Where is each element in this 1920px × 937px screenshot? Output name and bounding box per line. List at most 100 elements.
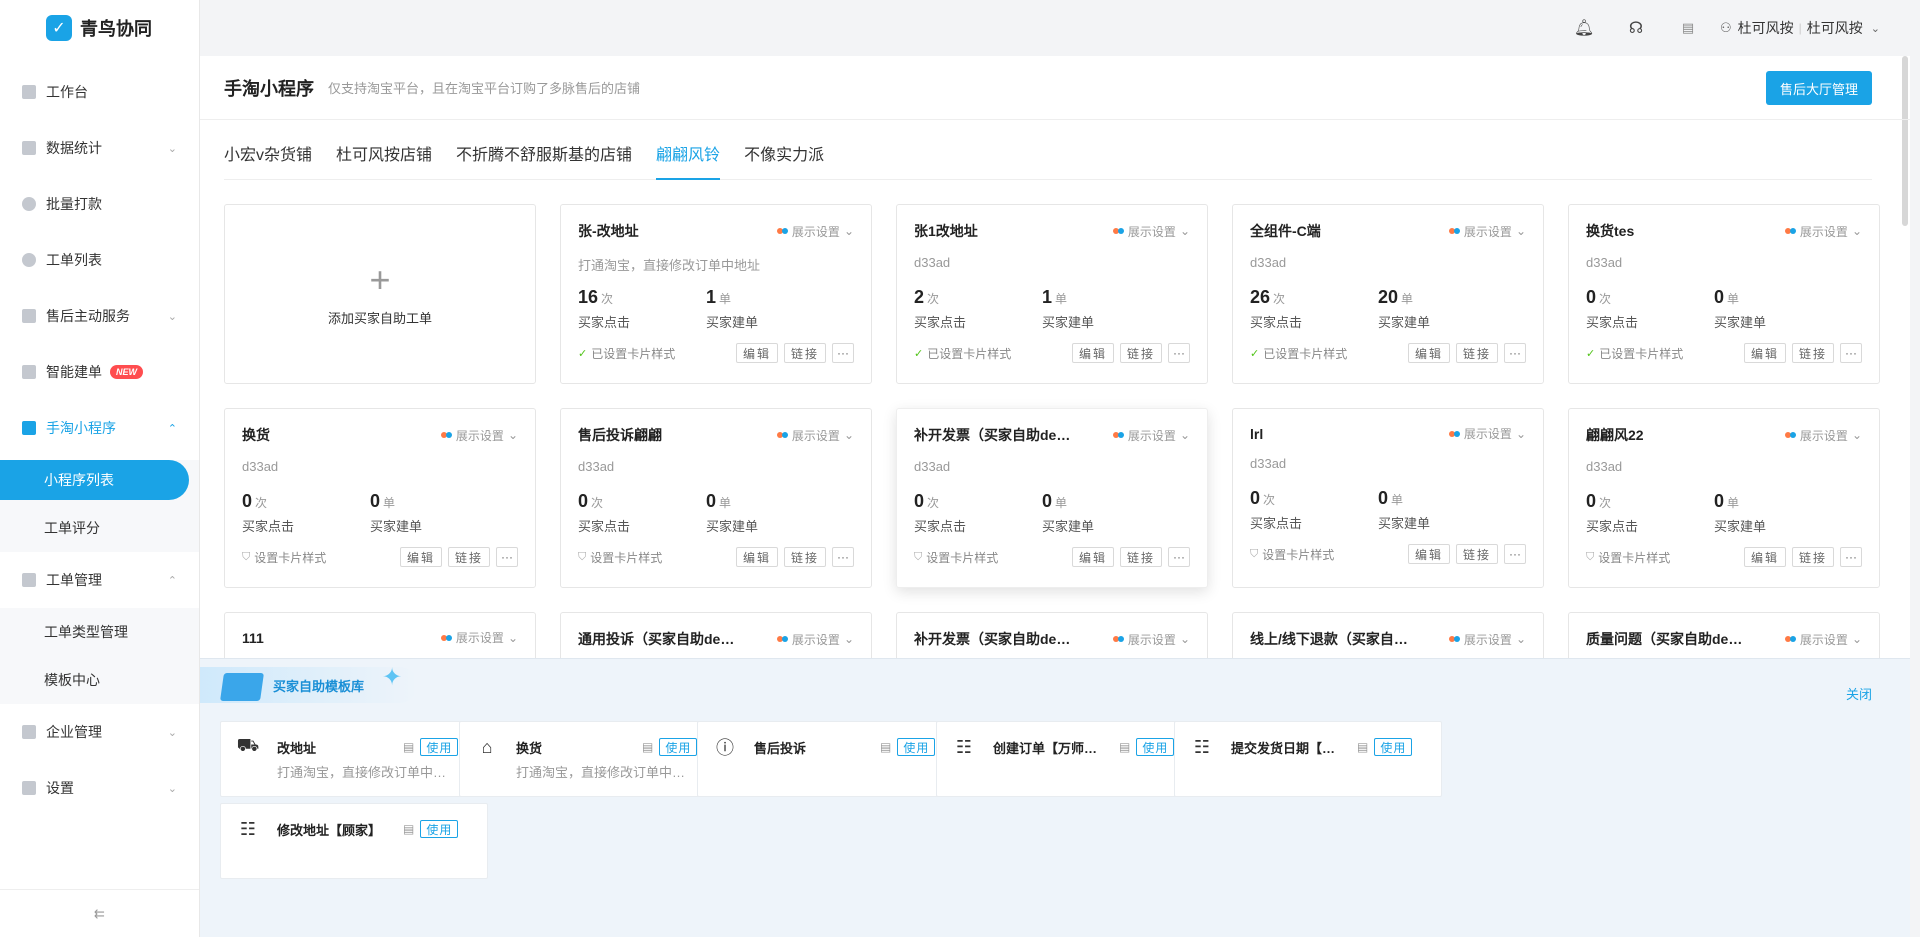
display-settings-dropdown[interactable]: 展示设置 ⌄	[776, 631, 854, 648]
miniapp-card[interactable]: 质量问题（买家自助de… 展示设置 ⌄	[1568, 612, 1880, 660]
edit-button[interactable]: 编辑	[1071, 343, 1114, 363]
card-style-status[interactable]: ✓ 已设置卡片样式	[914, 345, 1011, 362]
sidebar-item-settings[interactable]: 设置 ⌄	[0, 760, 199, 816]
use-template-button[interactable]: 使用	[420, 738, 459, 756]
template-card[interactable]: ⓘ 售后投诉 ▤ 使用	[697, 721, 965, 797]
miniapp-card[interactable]: 换货tes 展示设置 ⌄ d33ad 0 次买家点击 0 单买家建单 ✓ 已设置卡片样式 编辑 链接 ·…	[1568, 204, 1880, 384]
add-buyer-ticket-card[interactable]: + 添加买家自助工单	[224, 204, 536, 384]
link-button[interactable]: 链接	[1119, 547, 1162, 567]
card-style-status[interactable]: ⛉ 设置卡片样式	[578, 549, 662, 566]
card-style-status[interactable]: ⛉ 设置卡片样式	[1586, 549, 1670, 566]
user-menu[interactable]: ⚇ 杜可风按 | 杜可风按 ⌄	[1720, 18, 1880, 38]
preview-doc-icon[interactable]: ▤	[403, 822, 414, 836]
display-settings-dropdown[interactable]: 展示设置 ⌄	[1784, 631, 1862, 648]
miniapp-card[interactable]: 张-改地址 展示设置 ⌄ 打通淘宝，直接修改订单中地址 16 次买家点击 1 单买家建单 ✓ 已设…	[560, 204, 872, 384]
tab-shop[interactable]: 不像实力派	[744, 141, 824, 179]
miniapp-card[interactable]: 换货 展示设置 ⌄ d33ad 0 次买家点击 0 单买家建单 ⛉ 设置卡片样式 编辑 链接 ···	[224, 408, 536, 588]
more-button[interactable]: ···	[1168, 343, 1190, 363]
miniapp-card[interactable]: 111 展示设置 ⌄	[224, 612, 536, 660]
display-settings-dropdown[interactable]: 展示设置 ⌄	[1448, 223, 1526, 240]
display-settings-dropdown[interactable]: 展示设置 ⌄	[1784, 427, 1862, 444]
edit-button[interactable]: 编辑	[1071, 547, 1114, 567]
display-settings-dropdown[interactable]: 展示设置 ⌄	[1112, 223, 1190, 240]
card-style-status[interactable]: ⛉ 设置卡片样式	[914, 549, 998, 566]
edit-button[interactable]: 编辑	[1407, 343, 1450, 363]
close-library-button[interactable]: 关闭	[1846, 684, 1872, 703]
sidebar-item-ticket-manage[interactable]: 工单管理 ⌃	[0, 552, 199, 608]
miniapp-card[interactable]: 全组件-C端 展示设置 ⌄ d33ad 26 次买家点击 20 单买家建单 ✓ 已设置卡片样式 编辑…	[1232, 204, 1544, 384]
headset-icon[interactable]: ☊	[1626, 18, 1646, 38]
more-button[interactable]: ···	[1840, 343, 1862, 363]
preview-doc-icon[interactable]: ▤	[403, 740, 414, 754]
link-button[interactable]: 链接	[1455, 544, 1498, 564]
edit-button[interactable]: 编辑	[1407, 544, 1450, 564]
bell-icon[interactable]: 🔔︎	[1574, 18, 1594, 38]
miniapp-card[interactable]: 张1改地址 展示设置 ⌄ d33ad 2 次买家点击 1 单买家建单 ✓ 已设置卡片样式 编辑 链接 ·…	[896, 204, 1208, 384]
more-button[interactable]: ···	[1168, 547, 1190, 567]
use-template-button[interactable]: 使用	[420, 820, 459, 838]
display-settings-dropdown[interactable]: 展示设置 ⌄	[440, 629, 518, 646]
tab-shop-active[interactable]: 翩翩风铃	[656, 141, 721, 180]
preview-doc-icon[interactable]: ▤	[642, 740, 653, 754]
sidebar-item-stats[interactable]: 数据统计 ⌄	[0, 120, 199, 176]
template-card[interactable]: ⛟ 改地址 ▤ 使用 打通淘宝，直接修改订单中…	[220, 721, 488, 797]
more-button[interactable]: ···	[496, 547, 518, 567]
preview-doc-icon[interactable]: ▤	[880, 740, 891, 754]
link-button[interactable]: 链接	[783, 343, 826, 363]
template-card[interactable]: ☷ 提交发货日期【… ▤ 使用	[1174, 721, 1442, 797]
link-button[interactable]: 链接	[783, 547, 826, 567]
sidebar-item-ticket-list[interactable]: 工单列表	[0, 232, 199, 288]
display-settings-dropdown[interactable]: 展示设置 ⌄	[440, 427, 518, 444]
collapse-sidebar-button[interactable]: ⇇	[0, 889, 199, 937]
sidebar-item-miniapp[interactable]: 手淘小程序 ⌃	[0, 400, 199, 456]
tab-shop[interactable]: 杜可风按店铺	[336, 141, 432, 179]
miniapp-card[interactable]: 线上/线下退款（买家自助… 展示设置 ⌄	[1232, 612, 1544, 660]
display-settings-dropdown[interactable]: 展示设置 ⌄	[776, 427, 854, 444]
link-button[interactable]: 链接	[447, 547, 490, 567]
use-template-button[interactable]: 使用	[1374, 738, 1413, 756]
tab-shop[interactable]: 小宏v杂货铺	[224, 141, 312, 179]
display-settings-dropdown[interactable]: 展示设置 ⌄	[776, 223, 854, 240]
edit-button[interactable]: 编辑	[735, 547, 778, 567]
sidebar-subitem-miniapp-list[interactable]: 小程序列表	[0, 460, 189, 500]
link-button[interactable]: 链接	[1791, 547, 1834, 567]
use-template-button[interactable]: 使用	[1136, 738, 1175, 756]
template-card[interactable]: ⌂ 换货 ▤ 使用 打通淘宝，直接修改订单中…	[459, 721, 727, 797]
miniapp-card[interactable]: 翩翩风22 展示设置 ⌄ d33ad 0 次买家点击 0 单买家建单 ⛉ 设置卡片样式 编辑 链接 ··…	[1568, 408, 1880, 588]
sidebar-item-proactive-service[interactable]: 售后主动服务 ⌄	[0, 288, 199, 344]
preview-doc-icon[interactable]: ▤	[1357, 740, 1368, 754]
card-style-status[interactable]: ✓ 已设置卡片样式	[1250, 345, 1347, 362]
miniapp-card[interactable]: 补开发票（买家自助de… 展示设置 ⌄ d33ad 0 次买家点击 0 单买家建单 ⛉ 设置卡片样…	[896, 408, 1208, 588]
display-settings-dropdown[interactable]: 展示设置 ⌄	[1448, 631, 1526, 648]
miniapp-card[interactable]: 售后投诉翩翩 展示设置 ⌄ d33ad 0 次买家点击 0 单买家建单 ⛉ 设置卡片样式 编辑 链接 ·…	[560, 408, 872, 588]
preview-doc-icon[interactable]: ▤	[1119, 740, 1130, 754]
edit-button[interactable]: 编辑	[1743, 547, 1786, 567]
sidebar-item-workbench[interactable]: 工作台	[0, 64, 199, 120]
miniapp-card[interactable]: lrl 展示设置 ⌄ d33ad 0 次买家点击 0 单买家建单 ⛉ 设置卡片样式 编辑 链接 ···	[1232, 408, 1544, 588]
more-button[interactable]: ···	[832, 343, 854, 363]
card-style-status[interactable]: ✓ 已设置卡片样式	[578, 345, 675, 362]
sidebar-subitem-template-center[interactable]: 模板中心	[0, 656, 199, 704]
link-button[interactable]: 链接	[1791, 343, 1834, 363]
sidebar-subitem-ticket-rating[interactable]: 工单评分	[0, 504, 199, 552]
edit-button[interactable]: 编辑	[399, 547, 442, 567]
miniapp-card[interactable]: 通用投诉（买家自助de… 展示设置 ⌄	[560, 612, 872, 660]
display-settings-dropdown[interactable]: 展示设置 ⌄	[1112, 427, 1190, 444]
sidebar-subitem-ticket-types[interactable]: 工单类型管理	[0, 608, 199, 656]
more-button[interactable]: ···	[1504, 544, 1526, 564]
use-template-button[interactable]: 使用	[659, 738, 698, 756]
more-button[interactable]: ···	[1504, 343, 1526, 363]
link-button[interactable]: 链接	[1455, 343, 1498, 363]
display-settings-dropdown[interactable]: 展示设置 ⌄	[1448, 425, 1526, 442]
sidebar-item-batch-pay[interactable]: 批量打款	[0, 176, 199, 232]
sidebar-item-enterprise[interactable]: 企业管理 ⌄	[0, 704, 199, 760]
card-style-status[interactable]: ✓ 已设置卡片样式	[1586, 345, 1683, 362]
display-settings-dropdown[interactable]: 展示设置 ⌄	[1112, 631, 1190, 648]
card-style-status[interactable]: ⛉ 设置卡片样式	[242, 549, 326, 566]
miniapp-card[interactable]: 补开发票（买家自助de… 展示设置 ⌄	[896, 612, 1208, 660]
template-card[interactable]: ☷ 修改地址【顾家】 ▤ 使用	[220, 803, 488, 879]
after-sales-hall-button[interactable]: 售后大厅管理	[1765, 71, 1872, 105]
use-template-button[interactable]: 使用	[897, 738, 936, 756]
more-button[interactable]: ···	[832, 547, 854, 567]
more-button[interactable]: ···	[1840, 547, 1862, 567]
